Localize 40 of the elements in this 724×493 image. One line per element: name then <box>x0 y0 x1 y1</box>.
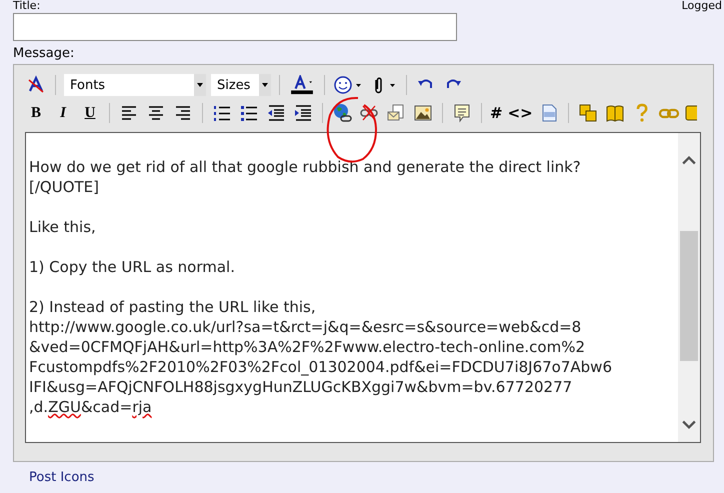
text-line: [/QUOTE] <box>29 178 99 196</box>
text-line: http://www.google.co.uk/url?sa=t&rct=j&q=&esrc=s&source=web&cd=8 <box>29 318 582 336</box>
indent-icon[interactable] <box>292 103 314 123</box>
scroll-down-icon[interactable] <box>682 420 696 430</box>
text-line: 2) Instead of pasting the URL like this, <box>29 298 316 316</box>
numbered-list-icon[interactable] <box>211 103 233 123</box>
text-line: &ved=0CFMQFjAH&url=http%3A%2F%2Fwww.electro-tech-online.com%2 <box>29 338 585 356</box>
font-select[interactable]: Fonts <box>64 74 206 96</box>
text-line: rja <box>132 398 152 416</box>
text-line: ,d. <box>29 398 48 416</box>
logged-label: Logged <box>682 0 722 12</box>
text-line: 1) Copy the URL as normal. <box>29 258 235 276</box>
code-button[interactable]: # <box>490 104 503 122</box>
text-line: Fcustompdfs%2F2010%2F03%2Fcol_01302004.pdf&ei=FDCDU7i8J67o7Abw6 <box>29 358 612 376</box>
book-icon[interactable] <box>604 103 626 123</box>
format-button[interactable]: U <box>79 104 101 122</box>
text-line: How do we get rid of all that google rubbish and generate the direct link? <box>29 158 581 176</box>
post-icons-link[interactable]: Post Icons <box>29 470 724 485</box>
text-color-icon[interactable] <box>288 75 316 95</box>
text-line: &cad= <box>80 398 132 416</box>
title-input[interactable] <box>13 13 457 41</box>
smiley-icon[interactable] <box>333 75 363 95</box>
scroll-up-icon[interactable] <box>682 155 696 165</box>
text-line: IFI&usg=AFQjCNFOLH88jsgxygHunZLUGcKBXggi7w&bvm=bv.67720277 <box>29 378 572 396</box>
code-button[interactable]: <> <box>508 104 533 122</box>
bullet-list-icon[interactable] <box>238 103 260 123</box>
image-icon[interactable] <box>412 103 434 123</box>
size-select[interactable]: Sizes <box>211 74 271 96</box>
unlink-icon[interactable] <box>358 103 380 123</box>
scrollbar-thumb[interactable] <box>680 231 698 361</box>
format-button[interactable]: I <box>52 104 74 122</box>
title-label: Title: <box>13 0 40 12</box>
globe-link-icon[interactable] <box>331 103 353 123</box>
text-line: ZGU <box>48 398 81 416</box>
copy-icon[interactable] <box>576 103 599 123</box>
format-button[interactable]: B <box>25 104 47 122</box>
text-line: Like this, <box>29 218 96 236</box>
scrollbar[interactable] <box>678 133 700 442</box>
message-textarea[interactable] <box>25 132 701 443</box>
message-label: Message: <box>13 46 76 63</box>
